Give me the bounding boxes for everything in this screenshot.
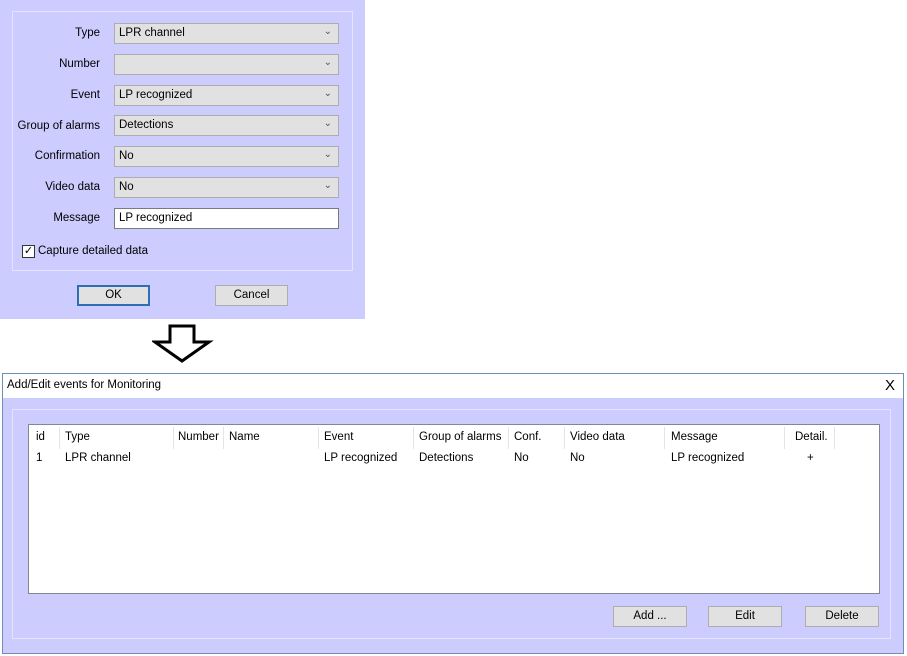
chevron-down-icon: ⌄ bbox=[323, 149, 332, 160]
video-data-value: No bbox=[119, 181, 134, 193]
confirmation-select[interactable]: No ⌄ bbox=[114, 146, 339, 167]
video-data-label: Video data bbox=[45, 181, 100, 193]
event-edit-dialog: Type LPR channel ⌄ Number ⌄ Event LP reco… bbox=[0, 0, 365, 319]
video-data-select[interactable]: No ⌄ bbox=[114, 177, 339, 198]
column-header-video-data[interactable]: Video data bbox=[570, 431, 625, 443]
cell-type: LPR channel bbox=[65, 452, 131, 464]
confirmation-label: Confirmation bbox=[34, 150, 100, 162]
column-header-message[interactable]: Message bbox=[671, 431, 718, 443]
confirmation-value: No bbox=[119, 150, 134, 162]
ok-button[interactable]: OK bbox=[77, 285, 150, 306]
arrow-down-icon bbox=[152, 324, 214, 363]
column-header-event[interactable]: Event bbox=[324, 431, 353, 443]
column-header-type[interactable]: Type bbox=[65, 431, 90, 443]
column-header-name[interactable]: Name bbox=[229, 431, 260, 443]
add-button[interactable]: Add ... bbox=[613, 606, 687, 627]
capture-detailed-data-label: Capture detailed data bbox=[38, 245, 148, 257]
number-label: Number bbox=[59, 58, 100, 70]
column-header-conf[interactable]: Conf. bbox=[514, 431, 542, 443]
checkmark-icon: ✓ bbox=[23, 245, 34, 257]
window-title: Add/Edit events for Monitoring bbox=[7, 379, 162, 391]
close-icon[interactable]: X bbox=[885, 377, 895, 394]
chevron-down-icon: ⌄ bbox=[323, 180, 332, 191]
group-of-alarms-label: Group of alarms bbox=[17, 120, 100, 132]
cell-conf: No bbox=[514, 452, 529, 464]
title-bar: Add/Edit events for Monitoring X bbox=[3, 374, 903, 398]
chevron-down-icon: ⌄ bbox=[323, 57, 332, 68]
type-select[interactable]: LPR channel ⌄ bbox=[114, 23, 339, 44]
delete-button[interactable]: Delete bbox=[805, 606, 879, 627]
event-label: Event bbox=[70, 89, 100, 101]
edit-button[interactable]: Edit bbox=[708, 606, 782, 627]
column-header-detail[interactable]: Detail. bbox=[795, 431, 828, 443]
cell-id: 1 bbox=[36, 452, 43, 464]
type-value: LPR channel bbox=[119, 27, 185, 39]
number-select[interactable]: ⌄ bbox=[114, 54, 339, 75]
cell-message: LP recognized bbox=[671, 452, 745, 464]
column-header-id[interactable]: id bbox=[36, 431, 45, 443]
cell-video-data: No bbox=[570, 452, 585, 464]
message-label: Message bbox=[53, 212, 100, 224]
cell-detail: + bbox=[807, 452, 814, 464]
table-row[interactable]: 1 LPR channel LP recognized Detections N… bbox=[29, 449, 879, 467]
chevron-down-icon: ⌄ bbox=[323, 118, 332, 129]
column-header-group[interactable]: Group of alarms bbox=[419, 431, 501, 443]
event-select[interactable]: LP recognized ⌄ bbox=[114, 85, 339, 106]
monitoring-events-window: Add/Edit events for Monitoring X id Type … bbox=[2, 373, 904, 654]
group-of-alarms-select[interactable]: Detections ⌄ bbox=[114, 115, 339, 136]
cancel-button[interactable]: Cancel bbox=[215, 285, 288, 306]
cell-event: LP recognized bbox=[324, 452, 398, 464]
chevron-down-icon: ⌄ bbox=[323, 88, 332, 99]
message-input[interactable]: LP recognized bbox=[114, 208, 339, 229]
cell-group: Detections bbox=[419, 452, 474, 464]
type-label: Type bbox=[75, 27, 100, 39]
table-header: id Type Number Name Event Group of alarm… bbox=[29, 425, 879, 449]
group-value: Detections bbox=[119, 119, 174, 131]
events-table[interactable]: id Type Number Name Event Group of alarm… bbox=[28, 424, 880, 594]
column-header-number[interactable]: Number bbox=[178, 431, 219, 443]
chevron-down-icon: ⌄ bbox=[323, 26, 332, 37]
capture-detailed-data-checkbox[interactable]: ✓ bbox=[22, 245, 35, 258]
event-value: LP recognized bbox=[119, 89, 193, 101]
fields-group bbox=[12, 11, 353, 271]
